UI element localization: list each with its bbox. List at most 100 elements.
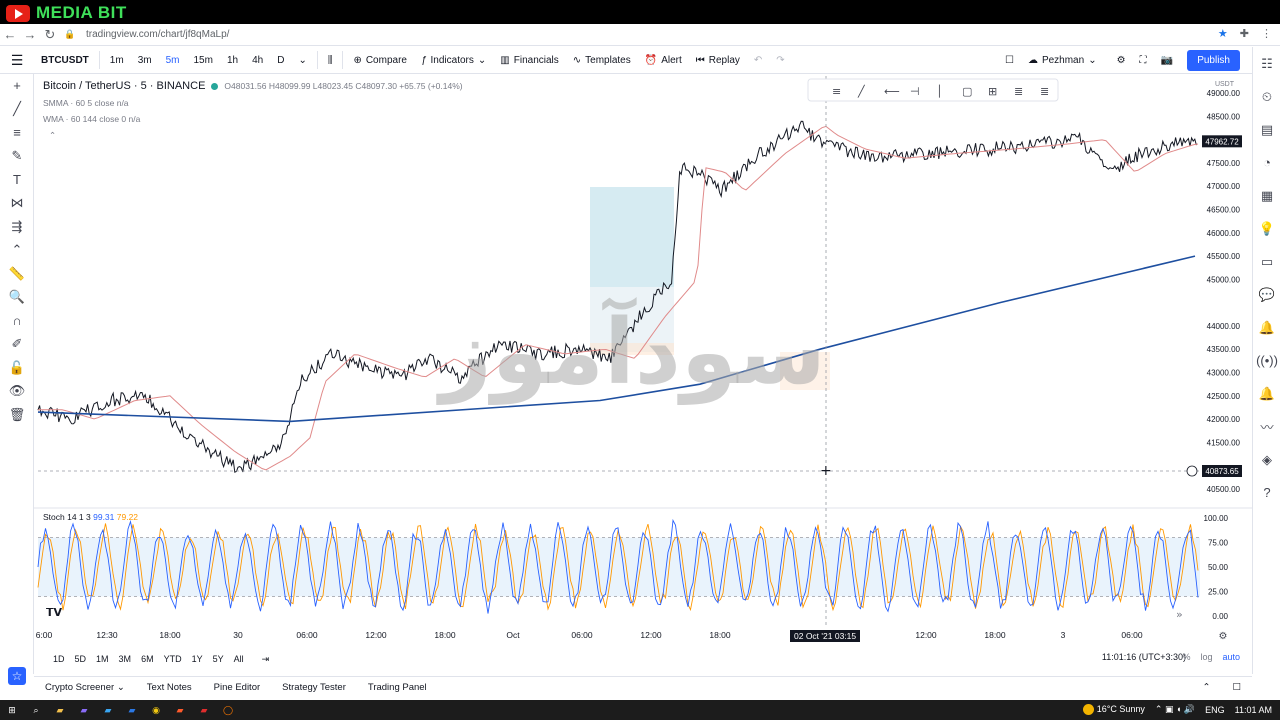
range-6M[interactable]: 6M <box>136 654 159 664</box>
pencil-lock-icon[interactable]: ✐ <box>0 333 34 357</box>
brush-icon[interactable]: ✎ <box>0 145 34 169</box>
hamburger-icon[interactable]: ☰ <box>0 52 34 69</box>
candles-icon[interactable]: ⫼ <box>321 55 340 66</box>
windows-start-icon[interactable]: ⊞ <box>0 705 24 716</box>
clock[interactable]: 11:01 AM <box>1235 705 1272 715</box>
ideas-icon[interactable]: 💡 <box>1253 212 1280 245</box>
range-3M[interactable]: 3M <box>114 654 137 664</box>
alerts-icon[interactable]: ⏲ <box>1253 80 1280 113</box>
eye-icon[interactable]: 👁 <box>0 380 34 404</box>
pulse-icon[interactable]: 〰 <box>1253 410 1280 443</box>
range-5Y[interactable]: 5Y <box>208 654 229 664</box>
goto-date-icon[interactable]: ⇥ <box>257 654 275 665</box>
zoom-icon[interactable]: 🔍 <box>0 286 34 310</box>
auto-toggle[interactable]: auto <box>1222 652 1240 662</box>
app-icon[interactable]: ▰ <box>168 705 192 716</box>
crosshair-icon[interactable]: + <box>0 74 34 98</box>
range-1M[interactable]: 1M <box>91 654 114 664</box>
calendar-icon[interactable]: ▦ <box>1253 179 1280 212</box>
back-icon[interactable]: ← <box>0 27 20 42</box>
app-icon[interactable]: ▰ <box>72 705 96 716</box>
interval-1h[interactable]: 1h <box>220 55 245 66</box>
broadcast-icon[interactable]: ((•)) <box>1253 344 1280 377</box>
tab-crypto-screener[interactable]: Crypto Screener ⌄ <box>34 682 136 693</box>
magnet-icon[interactable]: ∩ <box>0 309 34 333</box>
layers-icon[interactable]: ◈ <box>1253 443 1280 476</box>
app-icon[interactable]: ▰ <box>96 705 120 716</box>
menu-icon[interactable]: ⋮ <box>1261 27 1272 40</box>
app-icon[interactable]: ▰ <box>192 705 216 716</box>
pattern-icon[interactable]: ⋈ <box>0 192 34 216</box>
replay-button[interactable]: ⏮ Replay <box>689 55 747 66</box>
app-icon[interactable]: ◯ <box>216 705 240 716</box>
tab-text-notes[interactable]: Text Notes <box>136 682 203 693</box>
reload-icon[interactable]: ↻ <box>40 27 60 43</box>
settings-icon[interactable]: ⚙ <box>1110 55 1133 66</box>
indicators-button[interactable]: ƒ Indicators ⌄ <box>414 55 493 66</box>
weather[interactable]: 16°C Sunny <box>1083 704 1145 716</box>
search-icon[interactable]: ⌕ <box>24 705 48 716</box>
watchlist-icon[interactable]: ☷ <box>1253 47 1280 80</box>
chevron-up-icon[interactable]: ⌃ <box>0 239 34 263</box>
favorites-icon[interactable]: ☆ <box>8 667 26 685</box>
symbol-search[interactable]: BTCUSDT <box>34 55 96 66</box>
chevron-down-icon[interactable]: ⌄ <box>291 55 313 66</box>
hotlist-icon[interactable]: ◔ <box>1253 146 1280 179</box>
fib-icon[interactable]: ≡ <box>0 121 34 145</box>
lock-icon[interactable]: 🔓 <box>0 356 34 380</box>
app-icon[interactable]: ▰ <box>120 705 144 716</box>
templates-button[interactable]: ∿ Templates <box>566 55 638 66</box>
log-toggle[interactable]: log <box>1200 652 1212 662</box>
star-icon[interactable]: ★ <box>1218 27 1228 40</box>
timezone-clock[interactable]: 11:01:16 (UTC+3:30) <box>1102 652 1186 662</box>
interval-3m[interactable]: 3m <box>131 55 159 66</box>
text-icon[interactable]: T <box>0 168 34 192</box>
tab-strategy-tester[interactable]: Strategy Tester <box>271 682 357 693</box>
data-window-icon[interactable]: ▤ <box>1253 113 1280 146</box>
redo-icon[interactable]: ↷ <box>769 55 791 66</box>
undo-icon[interactable]: ↶ <box>747 55 769 66</box>
collapse-icon[interactable]: ⌃ <box>43 127 463 143</box>
interval-4h[interactable]: 4h <box>245 55 270 66</box>
url-text[interactable]: tradingview.com/chart/jf8qMaLp/ <box>86 29 229 40</box>
tab-trading-panel[interactable]: Trading Panel <box>357 682 438 693</box>
trendline-icon[interactable]: ╱ <box>0 98 34 122</box>
tab-pine-editor[interactable]: Pine Editor <box>203 682 271 693</box>
interval-1m[interactable]: 1m <box>103 55 131 66</box>
ruler-icon[interactable]: 📏 <box>0 262 34 286</box>
tray-icons[interactable]: ⌃ ▣ ◖ 🔊 <box>1155 704 1195 715</box>
streams-icon[interactable]: ▭ <box>1253 245 1280 278</box>
financials-button[interactable]: ▥ Financials <box>493 55 565 66</box>
wma-label[interactable]: WMA · 60 144 close 0 <box>43 114 126 124</box>
range-1Y[interactable]: 1Y <box>187 654 208 664</box>
chrome-icon[interactable]: ◉ <box>144 705 168 716</box>
extension-icon[interactable]: ✚ <box>1240 27 1249 40</box>
range-All[interactable]: All <box>229 654 249 664</box>
forecast-icon[interactable]: ⇶ <box>0 215 34 239</box>
alert-button[interactable]: ⏰ Alert <box>638 55 689 66</box>
fullscreen-icon[interactable]: ⛶ <box>1133 55 1154 66</box>
interval-15m[interactable]: 15m <box>187 55 220 66</box>
maximize-icon[interactable]: ☐ <box>1221 682 1252 693</box>
interval-D[interactable]: D <box>270 55 291 66</box>
folder-icon[interactable]: ▰ <box>48 705 72 716</box>
compare-button[interactable]: ⊕ Compare <box>346 55 414 66</box>
camera-icon[interactable]: 📷 <box>1154 55 1180 66</box>
layout-icon[interactable]: ☐ <box>998 55 1021 66</box>
interval-5m[interactable]: 5m <box>159 55 187 66</box>
trash-icon[interactable]: 🗑 <box>0 403 34 427</box>
publish-button[interactable]: Publish <box>1187 50 1240 71</box>
range-YTD[interactable]: YTD <box>159 654 187 664</box>
help-icon[interactable]: ? <box>1253 476 1280 509</box>
forward-icon[interactable]: → <box>20 27 40 42</box>
layout-name-button[interactable]: ☁ Pezhman ⌄ <box>1021 55 1104 66</box>
bell-icon[interactable]: 🔔 <box>1253 377 1280 410</box>
smma-label[interactable]: SMMA · 60 5 close <box>43 98 114 108</box>
range-5D[interactable]: 5D <box>70 654 92 664</box>
stoch-label[interactable]: Stoch 14 1 3 <box>43 512 91 522</box>
chevron-up-icon[interactable]: ⌃ <box>1192 682 1222 693</box>
notifications-icon[interactable]: 🔔 <box>1253 311 1280 344</box>
range-1D[interactable]: 1D <box>48 654 70 664</box>
percent-toggle[interactable]: % <box>1182 652 1190 662</box>
language[interactable]: ENG <box>1205 705 1225 715</box>
